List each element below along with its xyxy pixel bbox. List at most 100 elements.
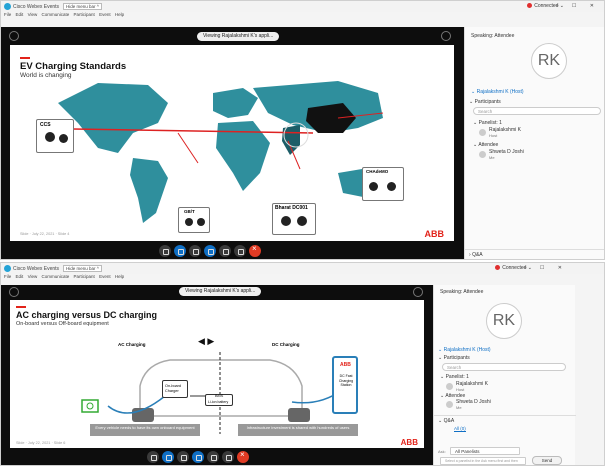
menu-file[interactable]: File xyxy=(4,12,11,17)
participants-button[interactable] xyxy=(204,245,216,257)
window-controls[interactable]: – ☐ ✕ xyxy=(556,3,600,9)
chademo-label: CHAdeMO xyxy=(366,169,389,174)
participants-button[interactable] xyxy=(192,451,204,463)
qa-all-tab[interactable]: All (0) xyxy=(454,426,466,432)
fullscreen-icon[interactable] xyxy=(441,31,451,41)
dc-charging-station: ABB DC Fast Charging Station xyxy=(332,356,358,414)
more-options-button[interactable] xyxy=(222,451,234,463)
panel-divider xyxy=(434,415,576,416)
participants-header-label: Participants xyxy=(474,99,501,105)
menu-event[interactable]: Event xyxy=(99,12,111,17)
window-controls[interactable]: – ☐ ✕ xyxy=(524,265,568,271)
panelist-role: Host xyxy=(456,387,465,392)
panelist-group[interactable]: ⌄ Panelist: 1 xyxy=(440,374,469,380)
webex-logo-icon xyxy=(4,3,11,10)
panelist-role: Host xyxy=(489,133,498,138)
leave-meeting-button[interactable] xyxy=(237,450,249,463)
map-south-america xyxy=(130,158,168,223)
qa-panel-header[interactable]: ⌄ Q&A xyxy=(438,418,454,424)
speaking-indicator: Speaking: Attendee xyxy=(440,289,484,295)
leave-meeting-button[interactable] xyxy=(249,244,261,257)
attendee-role: Me xyxy=(456,405,462,410)
panelist-group[interactable]: ⌄ Panelist: 1 xyxy=(473,120,502,126)
slide-ac-vs-dc: AC charging versus DC charging On-board … xyxy=(10,300,424,448)
menu-help[interactable]: Help xyxy=(115,12,124,17)
connection-status-label: Connected xyxy=(534,3,559,9)
chademo-socket-icon xyxy=(387,182,396,191)
share-button[interactable] xyxy=(177,451,189,463)
stage-menu-icon[interactable] xyxy=(9,31,19,41)
hide-menu-bar-button[interactable]: Hide menu bar ^ xyxy=(63,265,102,272)
onboard-charger-label: On-board Charger xyxy=(165,384,182,393)
attendee-group[interactable]: ⌄ Attendee xyxy=(473,142,498,148)
webex-window-top: Cisco Webex Events Hide menu bar ^ Conne… xyxy=(0,0,605,260)
app-title: Cisco Webex Events xyxy=(13,4,60,10)
slide-subtitle: On-board versus Off-board equipment xyxy=(16,321,109,327)
question-input[interactable]: Select a panelist in the Ask menu first … xyxy=(440,457,526,465)
host-row-label: Rajalakshmi K (Host) xyxy=(476,89,524,95)
attendee-role: Me xyxy=(489,155,495,160)
map-europe xyxy=(213,88,258,118)
sharing-status-pill[interactable]: Viewing Rajalakshmi K's appli... xyxy=(197,32,280,41)
gbt-label: GB/T xyxy=(184,209,195,214)
menu-event[interactable]: Event xyxy=(99,274,111,279)
participant-search-input[interactable]: Search xyxy=(442,363,566,371)
connection-status-label: Connected xyxy=(502,265,527,271)
car-diagram xyxy=(81,352,343,434)
ccs-label: CCS xyxy=(40,122,51,128)
fullscreen-icon[interactable] xyxy=(413,287,423,297)
mute-button[interactable] xyxy=(159,245,171,257)
side-panel: Speaking: Attendee RK ⌄ Rajalakshmi K (H… xyxy=(433,285,576,465)
participants-header[interactable]: ⌄ Participants xyxy=(469,99,501,105)
menu-participant[interactable]: Participant xyxy=(74,12,95,17)
bharat-plug-icon xyxy=(281,216,291,226)
menu-view[interactable]: View xyxy=(28,12,38,17)
menu-view[interactable]: View xyxy=(28,274,38,279)
connected-dot-icon xyxy=(527,3,533,8)
mute-button[interactable] xyxy=(147,451,159,463)
meeting-controls xyxy=(159,244,261,257)
bms-label: BMS xyxy=(215,394,224,398)
slide-title: AC charging versus DC charging xyxy=(16,310,158,320)
panelist-avatar xyxy=(446,383,453,390)
attendee-group-label: Attendee xyxy=(478,142,499,148)
slide-accent-dash xyxy=(20,57,30,59)
caption-dc: Infrastructure investment is shared with… xyxy=(238,424,358,436)
stage-menu-icon[interactable] xyxy=(9,287,19,297)
attendee-avatar xyxy=(479,151,486,158)
ask-target-select[interactable]: All Panelists xyxy=(450,447,520,455)
menu-edit[interactable]: Edit xyxy=(16,274,24,279)
qa-panel-header[interactable]: › Q&A xyxy=(469,252,483,258)
webex-window-bottom: Cisco Webex Events Hide menu bar ^ Conne… xyxy=(0,262,605,466)
menu-edit[interactable]: Edit xyxy=(16,12,24,17)
chat-button[interactable] xyxy=(207,451,219,463)
share-button[interactable] xyxy=(189,245,201,257)
slide-ev-standards: EV Charging Standards World is changing xyxy=(10,45,454,241)
app-title: Cisco Webex Events xyxy=(13,266,60,272)
chademo-plug-icon xyxy=(369,182,378,191)
shared-content-stage: Viewing Rajalakshmi K's appli... AC char… xyxy=(1,285,433,465)
gbt-connector-box: GB/T xyxy=(178,207,210,233)
title-bar: Cisco Webex Events Hide menu bar ^ Conne… xyxy=(1,263,604,274)
menu-participant[interactable]: Participant xyxy=(74,274,95,279)
menu-communicate[interactable]: Communicate xyxy=(42,12,70,17)
ask-label: Ask: xyxy=(438,449,446,454)
send-button[interactable]: Send xyxy=(532,456,562,465)
more-options-button[interactable] xyxy=(234,245,246,257)
video-button[interactable] xyxy=(162,451,174,463)
wall-socket-icon xyxy=(81,399,99,413)
panelist-group-label: Panelist: 1 xyxy=(445,374,469,380)
sharing-status-pill[interactable]: Viewing Rajalakshmi K's appli... xyxy=(179,287,262,296)
participant-search-input[interactable]: Search xyxy=(473,107,601,115)
participants-header[interactable]: ⌄ Participants xyxy=(438,355,470,361)
hide-menu-bar-button[interactable]: Hide menu bar ^ xyxy=(63,3,102,10)
footer-page: Slide 6 xyxy=(53,441,66,445)
car-wheel-right xyxy=(288,408,310,422)
chat-button[interactable] xyxy=(219,245,231,257)
onboard-charger-box: On-board Charger xyxy=(162,380,188,398)
video-button[interactable] xyxy=(174,245,186,257)
menu-help[interactable]: Help xyxy=(115,274,124,279)
bharat-socket-icon xyxy=(297,216,307,226)
menu-communicate[interactable]: Communicate xyxy=(42,274,70,279)
menu-file[interactable]: File xyxy=(4,274,11,279)
